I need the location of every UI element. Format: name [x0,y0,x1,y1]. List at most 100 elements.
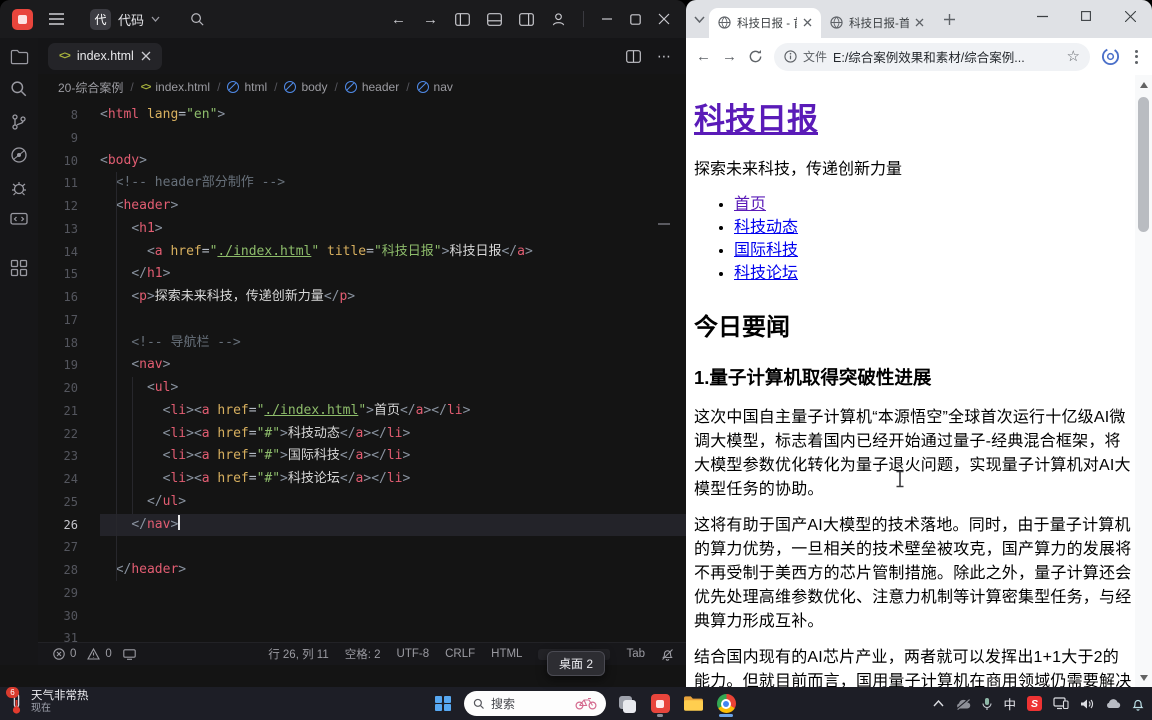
status-item[interactable]: 空格: 2 [345,646,381,662]
extensions-icon[interactable] [10,259,28,277]
code-line[interactable]: 24 <li><a href="#">科技论坛</a></li> [38,468,686,491]
code-line[interactable]: 12 <header> [38,195,686,218]
status-item-tab[interactable]: Tab [626,648,645,660]
chrome-taskbar-button[interactable] [714,690,738,718]
code-line[interactable]: 30 [38,605,686,628]
file-explorer-button[interactable] [681,690,705,718]
reload-icon[interactable] [748,49,763,64]
code-line[interactable]: 16 <p>探索未来科技，传递创新力量</p> [38,286,686,309]
toggle-sidebar-icon[interactable] [455,12,470,26]
minimize-icon[interactable] [1020,0,1064,32]
browser-menu-icon[interactable] [1131,49,1142,64]
nav-forward-icon[interactable]: → [423,12,438,27]
tab-index-html[interactable]: <> index.html [48,42,162,70]
bell-muted-icon[interactable] [661,648,674,661]
scroll-down-icon[interactable] [1135,670,1152,685]
breadcrumb-item[interactable]: body [284,80,327,94]
minimize-icon[interactable] [601,13,613,25]
account-icon[interactable] [551,12,566,27]
url-text[interactable]: E:/综合案例效果和素材/综合案例... [833,47,1061,66]
code-line[interactable]: 22 <li><a href="#">科技动态</a></li> [38,423,686,446]
code-editor[interactable]: 8 <html lang="en"> 9 10 <body> 11 <!-- header… [38,100,686,642]
code-line[interactable]: 18 <!-- 导航栏 --> [38,332,686,355]
speaker-icon[interactable] [1080,698,1094,710]
code-line[interactable]: 28 </header> [38,559,686,582]
close-icon[interactable] [1108,0,1152,32]
scroll-up-icon[interactable] [1135,77,1152,92]
errors-icon[interactable] [53,648,65,660]
code-line[interactable]: 8 <html lang="en"> [38,104,686,127]
status-item[interactable]: HTML [491,648,522,660]
breadcrumb-item[interactable]: 20-综合案例 [58,79,123,96]
search-sidebar-icon[interactable] [10,80,28,98]
page-nav-link[interactable]: 科技论坛 [734,265,798,282]
close-tab-icon[interactable] [915,18,924,27]
maximize-icon[interactable] [630,13,641,25]
code-line[interactable]: 15 </h1> [38,263,686,286]
page-nav-link[interactable]: 国际科技 [734,242,798,259]
display-device-icon[interactable] [1053,697,1069,710]
code-line[interactable]: 13 <h1> [38,218,686,241]
code-line[interactable]: 10 <body> [38,150,686,173]
ime-indicator[interactable]: 中 [1003,694,1016,713]
code-line[interactable]: 9 [38,127,686,150]
scrollbar-thumb[interactable] [1138,97,1149,232]
weather-widget[interactable]: 6 天气非常热 现在 [6,686,89,715]
breadcrumb-item[interactable]: html [227,80,267,94]
page-nav-link[interactable]: 科技动态 [734,219,798,236]
code-line[interactable]: 31 [38,627,686,642]
browser-tab[interactable]: 科技日报-首页 [821,8,933,38]
code-line[interactable]: 17 [38,309,686,332]
bookmark-star-icon[interactable]: ☆ [1067,49,1080,64]
scrollbar[interactable] [1135,75,1152,687]
profile-icon[interactable] [1101,47,1120,66]
code-line[interactable]: 25 </ul> [38,491,686,514]
forward-icon[interactable]: → [722,49,737,64]
close-tab-icon[interactable] [141,51,151,61]
status-item[interactable]: 行 26, 列 11 [268,646,329,662]
code-line[interactable]: 23 <li><a href="#">国际科技</a></li> [38,445,686,468]
browser-tab-active[interactable]: 科技日报 - 首 [709,7,821,38]
start-button[interactable] [431,690,455,718]
remote-window-icon[interactable] [10,212,28,228]
notification-bell-icon[interactable] [1132,697,1144,711]
ports-icon[interactable] [123,648,136,660]
toggle-secondary-sidebar-icon[interactable] [519,12,534,26]
close-icon[interactable] [658,13,670,25]
search-icon[interactable] [190,12,205,27]
scheme-chip[interactable]: 文件 [803,48,827,65]
warnings-count[interactable]: 0 [105,648,111,660]
status-item[interactable]: UTF-8 [397,648,430,660]
split-editor-icon[interactable] [626,49,641,63]
debug-icon[interactable] [10,179,28,197]
close-tab-icon[interactable] [803,18,812,27]
code-line[interactable]: 27 [38,536,686,559]
maximize-icon[interactable] [1064,0,1108,32]
back-icon[interactable]: ← [696,49,711,64]
warnings-icon[interactable] [87,648,101,660]
taskbar-search[interactable]: 搜索 [464,691,606,716]
code-line[interactable]: 11 <!-- header部分制作 --> [38,172,686,195]
code-line[interactable]: 21 <li><a href="./index.html">首页</a></li… [38,400,686,423]
code-line[interactable]: 29 [38,582,686,605]
breadcrumb-item[interactable]: header [344,80,399,94]
code-line[interactable]: 14 <a href="./index.html" title="科技日报">科… [38,241,686,264]
breadcrumb-item[interactable]: nav [416,80,453,94]
toggle-panel-icon[interactable] [487,12,502,26]
project-switcher[interactable]: 代 代码 [90,8,160,30]
code-line[interactable]: 26 </nav> [38,513,686,537]
cloud-off-icon[interactable] [955,697,971,710]
page-nav-link[interactable]: 首页 [734,196,766,213]
status-item[interactable]: CRLF [445,648,475,660]
microphone-icon[interactable] [982,697,993,711]
tray-expand-icon[interactable] [933,700,945,707]
live-share-icon[interactable] [10,146,28,164]
sogou-ime-icon[interactable]: S [1027,696,1042,711]
errors-count[interactable]: 0 [70,648,76,660]
address-bar[interactable]: 文件 E:/综合案例效果和素材/综合案例... ☆ [774,42,1090,71]
menu-icon[interactable] [49,13,64,25]
page-title-link[interactable]: 科技日报 [694,102,818,137]
code-line[interactable]: 19 <nav> [38,354,686,377]
source-control-icon[interactable] [10,113,28,131]
tab-search-icon[interactable] [694,15,705,23]
